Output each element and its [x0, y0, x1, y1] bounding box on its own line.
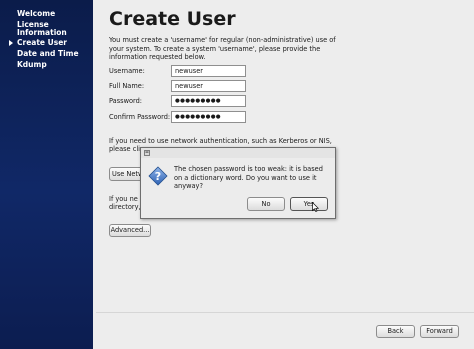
yes-button[interactable]: Yes	[290, 197, 328, 211]
password-label: Password:	[109, 97, 143, 105]
footer-divider	[96, 312, 474, 313]
username-field[interactable]: newuser	[171, 65, 246, 77]
page-title: Create User	[109, 8, 236, 30]
mouse-cursor-icon	[312, 202, 319, 212]
sidebar-item-welcome: Welcome	[17, 9, 56, 18]
confirm-password-label: Confirm Password:	[109, 113, 171, 121]
sidebar-item-create-user: Create User	[17, 38, 67, 47]
no-button[interactable]: No	[247, 197, 285, 211]
full-name-field[interactable]: newuser	[171, 80, 246, 92]
confirm-password-field[interactable]: ●●●●●●●●●	[171, 111, 246, 123]
intro-text: You must create a 'username' for regular…	[109, 36, 336, 62]
question-icon: ?	[148, 166, 168, 186]
password-field[interactable]: ●●●●●●●●●	[171, 95, 246, 107]
full-name-label: Full Name:	[109, 82, 145, 90]
dialog-titlebar[interactable]	[141, 148, 335, 158]
back-button[interactable]: Back	[376, 325, 415, 338]
sidebar: Welcome License Information Create User …	[0, 0, 93, 349]
svg-text:?: ?	[155, 170, 161, 183]
sidebar-item-kdump: Kdump	[17, 60, 47, 69]
sidebar-item-date-and-time: Date and Time	[17, 49, 79, 58]
weak-password-dialog: ? The chosen password is too weak: it is…	[140, 147, 336, 219]
advanced-button[interactable]: Advanced...	[109, 224, 151, 237]
dialog-message: The chosen password is too weak: it is b…	[174, 165, 323, 191]
forward-button[interactable]: Forward	[420, 325, 459, 338]
window-icon	[144, 150, 150, 156]
sidebar-item-information: Information	[17, 28, 67, 37]
current-step-arrow-icon	[9, 40, 13, 46]
username-label: Username:	[109, 67, 145, 75]
